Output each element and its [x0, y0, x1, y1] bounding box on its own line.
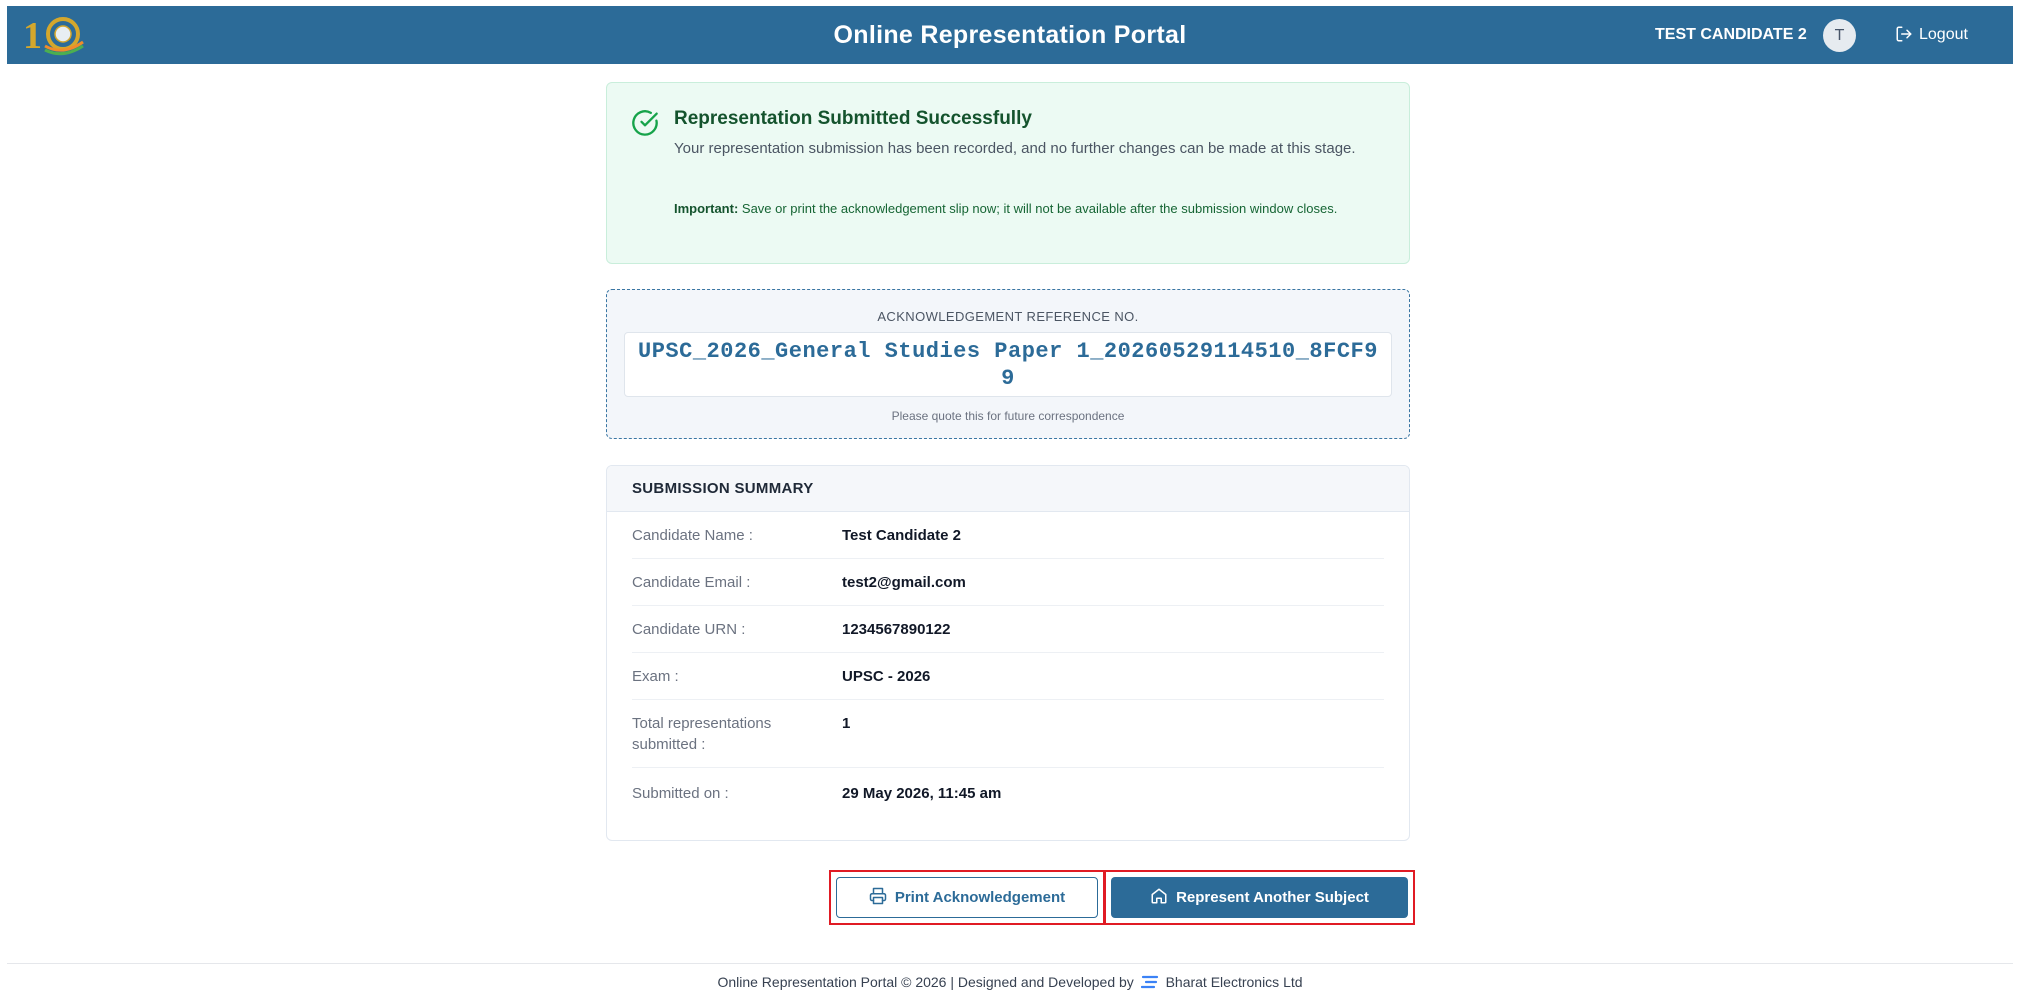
logout-button[interactable]: Logout — [1895, 6, 1968, 64]
footer: Online Representation Portal © 2026 | De… — [7, 963, 2013, 993]
footer-text: Online Representation Portal © 2026 | De… — [717, 974, 1134, 990]
another-button-highlight: Represent Another Subject — [1104, 870, 1415, 925]
summary-heading: SUBMISSION SUMMARY — [607, 466, 1409, 512]
summary-row-total-representations: Total representations submitted : 1 — [632, 700, 1384, 768]
home-icon — [1150, 887, 1176, 909]
avatar[interactable]: T — [1823, 19, 1856, 52]
summary-row-candidate-email: Candidate Email : test2@gmail.com — [632, 559, 1384, 606]
row-value: 29 May 2026, 11:45 am — [842, 785, 1002, 802]
reference-label: ACKNOWLEDGEMENT REFERENCE NO. — [877, 309, 1139, 324]
row-value: 1234567890122 — [842, 621, 951, 638]
reference-note: Please quote this for future corresponde… — [891, 409, 1125, 423]
summary-row-candidate-urn: Candidate URN : 1234567890122 — [632, 606, 1384, 653]
row-label: Candidate Name : — [632, 527, 753, 544]
app-frame: 1 Online Representation Portal TEST CAND… — [7, 6, 2013, 992]
row-value: test2@gmail.com — [842, 574, 966, 591]
user-name: TEST CANDIDATE 2 — [1655, 26, 1807, 43]
reference-number: UPSC_2026_General Studies Paper 1_202605… — [638, 338, 1378, 391]
summary-row-exam: Exam : UPSC - 2026 — [632, 653, 1384, 700]
row-label: Exam : — [632, 668, 679, 685]
important-label: Important: — [674, 201, 739, 216]
top-navbar: 1 Online Representation Portal TEST CAND… — [7, 6, 2013, 64]
footer-company: Bharat Electronics Ltd — [1165, 974, 1303, 990]
logout-icon — [1895, 26, 1919, 43]
printer-icon — [869, 887, 895, 909]
row-value: UPSC - 2026 — [842, 668, 931, 685]
summary-row-candidate-name: Candidate Name : Test Candidate 2 — [632, 512, 1384, 559]
logout-label: Logout — [1919, 26, 1968, 43]
success-alert: Representation Submitted Successfully Yo… — [606, 82, 1410, 264]
represent-another-subject-button[interactable]: Represent Another Subject — [1111, 877, 1408, 918]
success-title: Representation Submitted Successfully — [674, 108, 1032, 129]
another-label: Represent Another Subject — [1176, 889, 1369, 906]
success-message: Your representation submission has been … — [674, 140, 1356, 157]
print-label: Print Acknowledgement — [894, 889, 1066, 906]
submission-summary-card: SUBMISSION SUMMARY Candidate Name : Test… — [606, 465, 1410, 841]
important-text: Save or print the acknowledgement slip n… — [738, 201, 1338, 216]
row-value: Test Candidate 2 — [842, 527, 961, 544]
print-acknowledgement-button[interactable]: Print Acknowledgement — [836, 877, 1098, 918]
summary-row-submitted-on: Submitted on : 29 May 2026, 11:45 am — [632, 768, 1384, 828]
row-label: Submitted on : — [632, 785, 729, 802]
print-button-highlight: Print Acknowledgement — [829, 870, 1105, 925]
row-value: 1 — [842, 715, 851, 732]
acknowledgement-reference-card: ACKNOWLEDGEMENT REFERENCE NO. UPSC_2026_… — [606, 289, 1410, 439]
row-label: Total representations submitted : — [632, 715, 772, 753]
important-note: Important: Save or print the acknowledge… — [674, 199, 1394, 219]
row-label: Candidate URN : — [632, 621, 746, 638]
row-label: Candidate Email : — [632, 574, 751, 591]
check-circle-icon — [631, 109, 659, 142]
bel-logo-icon — [1140, 966, 1159, 1003]
summary-rows: Candidate Name : Test Candidate 2 Candid… — [607, 512, 1409, 828]
reference-box: UPSC_2026_General Studies Paper 1_202605… — [624, 332, 1392, 397]
